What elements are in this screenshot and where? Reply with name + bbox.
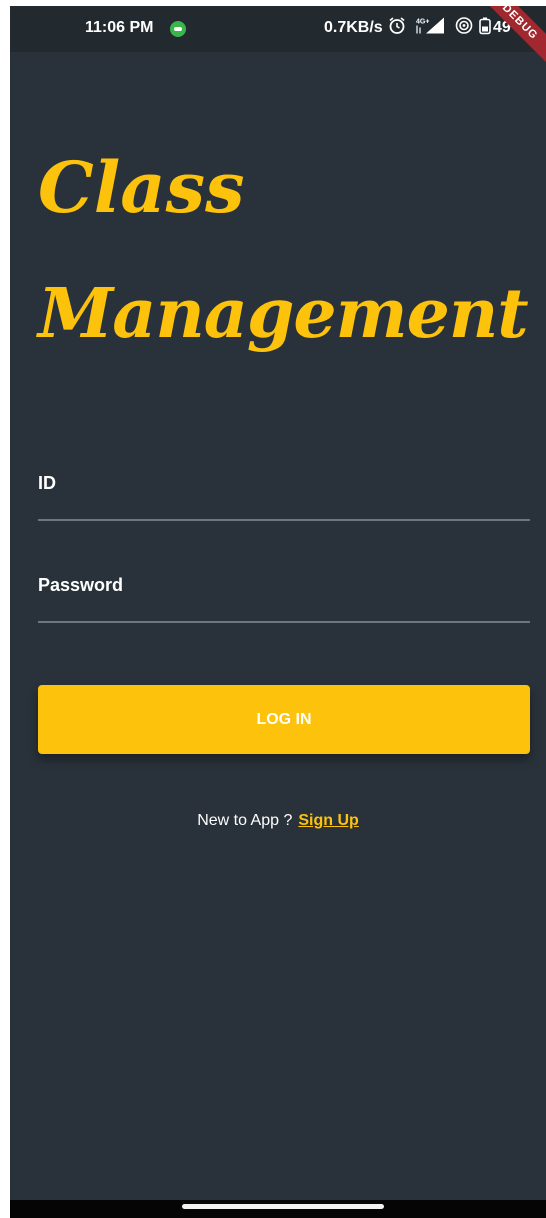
signup-link[interactable]: Sign Up: [298, 812, 358, 829]
signup-row: New to App ? Sign Up: [10, 812, 546, 830]
signup-prompt: New to App ?: [197, 812, 293, 829]
status-bar: 11:06 PM 0.7KB/s 4G+ 49: [10, 6, 546, 52]
network-speed: 0.7KB/s: [324, 19, 383, 36]
password-field-underline: [38, 621, 530, 623]
app-title-line1: Class: [38, 146, 245, 229]
network-type-label: 4G+: [416, 19, 429, 26]
id-field-underline: [38, 519, 530, 521]
password-field-label: Password: [38, 575, 124, 595]
signal-icon: 4G+: [414, 16, 448, 41]
home-gesture-handle[interactable]: [182, 1204, 384, 1209]
app-title-line2: Management: [38, 274, 529, 354]
chat-notification-icon: [170, 21, 186, 37]
navigation-bar: [10, 1200, 546, 1218]
battery-icon: [479, 17, 491, 40]
login-button[interactable]: LOG IN: [38, 685, 530, 754]
app-screen: 11:06 PM 0.7KB/s 4G+ 49 DEBUG Class Mana…: [10, 6, 546, 1218]
hotspot-icon: [455, 17, 473, 40]
status-time: 11:06 PM: [85, 19, 154, 36]
id-field-label: ID: [38, 473, 56, 493]
alarm-icon: [388, 17, 406, 40]
